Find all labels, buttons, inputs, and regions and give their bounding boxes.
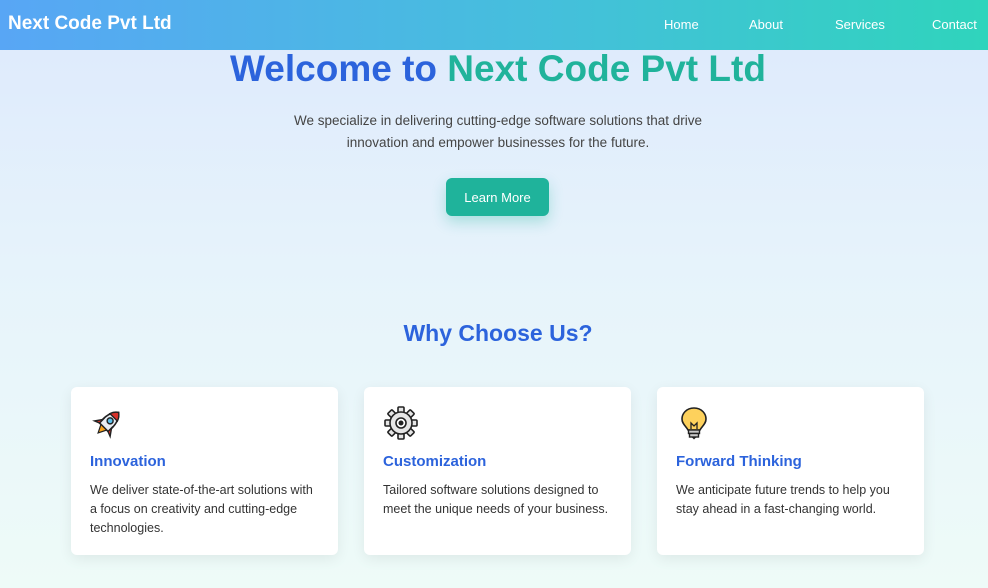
feature-text: Tailored software solutions designed to …	[383, 483, 609, 516]
brand-logo[interactable]: Next Code Pvt Ltd	[8, 13, 172, 35]
feature-text: We deliver state-of-the-art solutions wi…	[90, 483, 313, 535]
hero-title: Welcome to Next Code Pvt Ltd	[0, 48, 988, 90]
why-choose-us-title: Why Choose Us?	[403, 320, 593, 346]
hero-description: We specialize in delivering cutting-edge…	[294, 113, 702, 150]
navbar: Next Code Pvt Ltd Home About Services Co…	[0, 0, 988, 50]
feature-card-innovation: Innovation We deliver state-of-the-art s…	[71, 387, 338, 555]
learn-more-button[interactable]: Learn More	[446, 178, 549, 216]
feature-card-customization: Customization Tailored software solution…	[364, 387, 631, 555]
nav-link-about[interactable]: About	[749, 17, 783, 32]
hero-title-welcome: Welcome to	[230, 48, 438, 89]
hero-title-company: Next Code Pvt Ltd	[447, 48, 766, 89]
rocket-icon	[90, 405, 126, 441]
feature-title: Customization	[383, 453, 487, 470]
feature-text: We anticipate future trends to help you …	[676, 483, 890, 516]
lightbulb-icon	[676, 405, 712, 441]
gear-icon	[383, 405, 419, 441]
feature-title: Innovation	[90, 453, 166, 470]
nav-link-contact[interactable]: Contact	[932, 17, 977, 32]
nav-link-home[interactable]: Home	[664, 17, 699, 32]
feature-title: Forward Thinking	[676, 453, 802, 470]
feature-card-forward-thinking: Forward Thinking We anticipate future tr…	[657, 387, 924, 555]
nav-link-services[interactable]: Services	[835, 17, 885, 32]
